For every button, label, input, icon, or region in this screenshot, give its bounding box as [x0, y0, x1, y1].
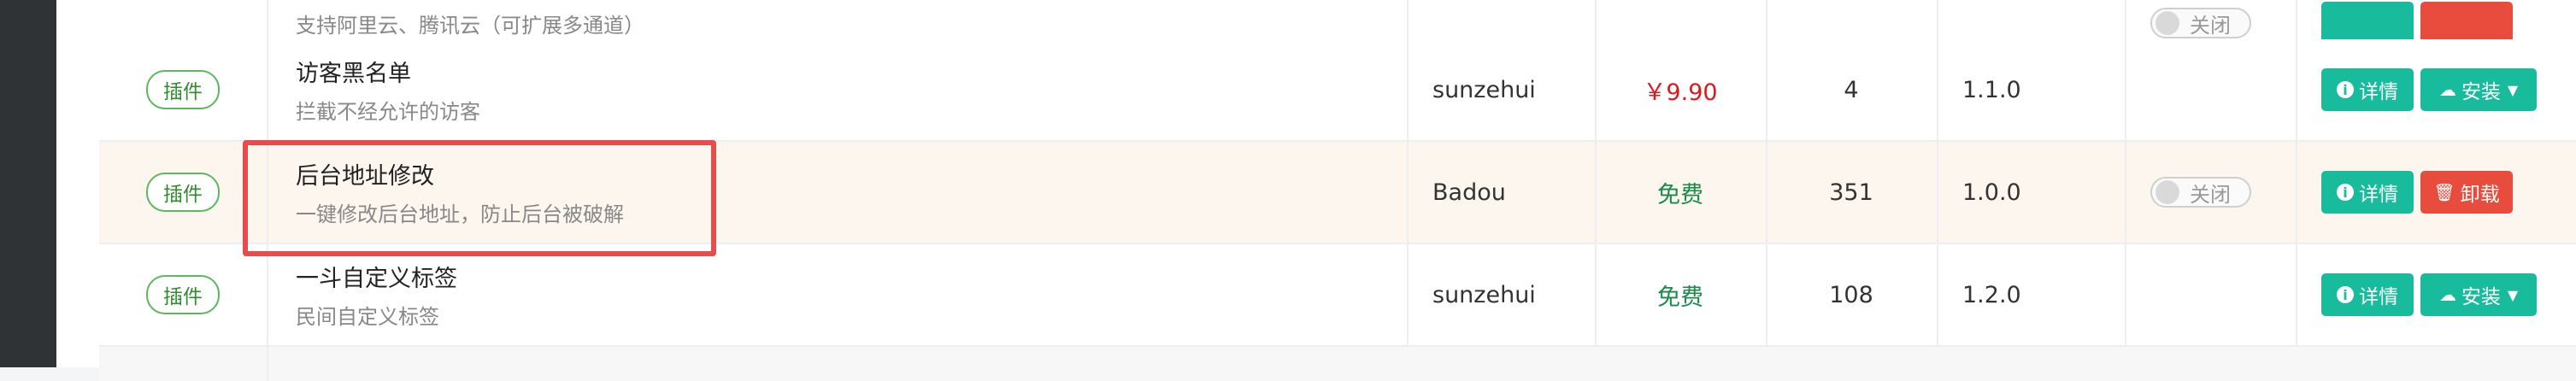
install-button[interactable]: ☁ 安装 ▼	[2420, 68, 2537, 111]
download-count: 351	[1829, 179, 1873, 206]
type-badge: 插件	[146, 275, 220, 314]
caret-down-icon: ▼	[2507, 81, 2519, 98]
price: 免费	[1657, 284, 1703, 311]
install-button[interactable]: ☁ 安装 ▼	[2420, 273, 2537, 316]
detail-button[interactable]: i 详情	[2321, 273, 2414, 316]
cloud-download-icon: ☁	[2438, 79, 2456, 100]
type-badge: 插件	[146, 173, 220, 212]
plugin-desc: 拦截不经允许的访客	[296, 100, 480, 124]
plugin-desc: 一键修改后台地址，防止后台被破解	[296, 202, 624, 226]
table-row: 插件 一斗自定义标签 民间自定义标签 sunzehui 免费 108 1.2.0…	[99, 244, 2576, 347]
info-icon: i	[2337, 81, 2354, 98]
download-count: 4	[1844, 76, 1859, 103]
version: 1.0.0	[1962, 179, 2021, 206]
cloud-download-icon: ☁	[2438, 284, 2456, 305]
download-count: 108	[1829, 281, 1873, 308]
table-row	[99, 347, 2576, 381]
plugin-desc: 民间自定义标签	[296, 305, 439, 329]
price: ￥9.90	[1643, 79, 1718, 106]
author: sunzehui	[1432, 76, 1536, 103]
info-icon: i	[2337, 184, 2354, 201]
price: 免费	[1657, 181, 1703, 208]
detail-button[interactable]: i 详情	[2321, 171, 2414, 214]
trash-icon: 🗑	[2433, 182, 2455, 202]
info-icon: i	[2337, 286, 2354, 303]
plugin-desc: 支持阿里云、腾讯云（可扩展多通道）	[296, 13, 644, 38]
table-row: 支持阿里云、腾讯云（可扩展多通道） 关闭	[99, 0, 2576, 44]
caret-down-icon: ▼	[2507, 286, 2519, 303]
version: 1.2.0	[1962, 281, 2021, 308]
action-button[interactable]	[2420, 2, 2513, 44]
toggle-knob	[2155, 180, 2179, 204]
uninstall-button[interactable]: 🗑 卸载	[2420, 171, 2513, 214]
version: 1.1.0	[1962, 76, 2021, 103]
plugin-title: 后台地址修改	[296, 163, 434, 190]
status-toggle[interactable]: 关闭	[2150, 177, 2251, 208]
author: Badou	[1432, 179, 1506, 206]
table-row: 插件 访客黑名单 拦截不经允许的访客 sunzehui ￥9.90 4 1.1.…	[99, 39, 2576, 142]
table-row: 插件 后台地址修改 一键修改后台地址，防止后台被破解 Badou 免费 351 …	[99, 142, 2576, 244]
toggle-knob	[2155, 11, 2179, 35]
sidebar-edge	[0, 0, 56, 367]
type-badge: 插件	[146, 70, 220, 109]
plugin-table: 支持阿里云、腾讯云（可扩展多通道） 关闭 插件 访客黑名单 拦截不经允许的访客	[56, 0, 2576, 381]
detail-button[interactable]: i 详情	[2321, 68, 2414, 111]
detail-button[interactable]	[2321, 2, 2414, 44]
author: sunzehui	[1432, 281, 1536, 308]
plugin-title: 访客黑名单	[296, 61, 411, 87]
plugin-title: 一斗自定义标签	[296, 266, 457, 292]
status-toggle[interactable]: 关闭	[2150, 8, 2251, 38]
